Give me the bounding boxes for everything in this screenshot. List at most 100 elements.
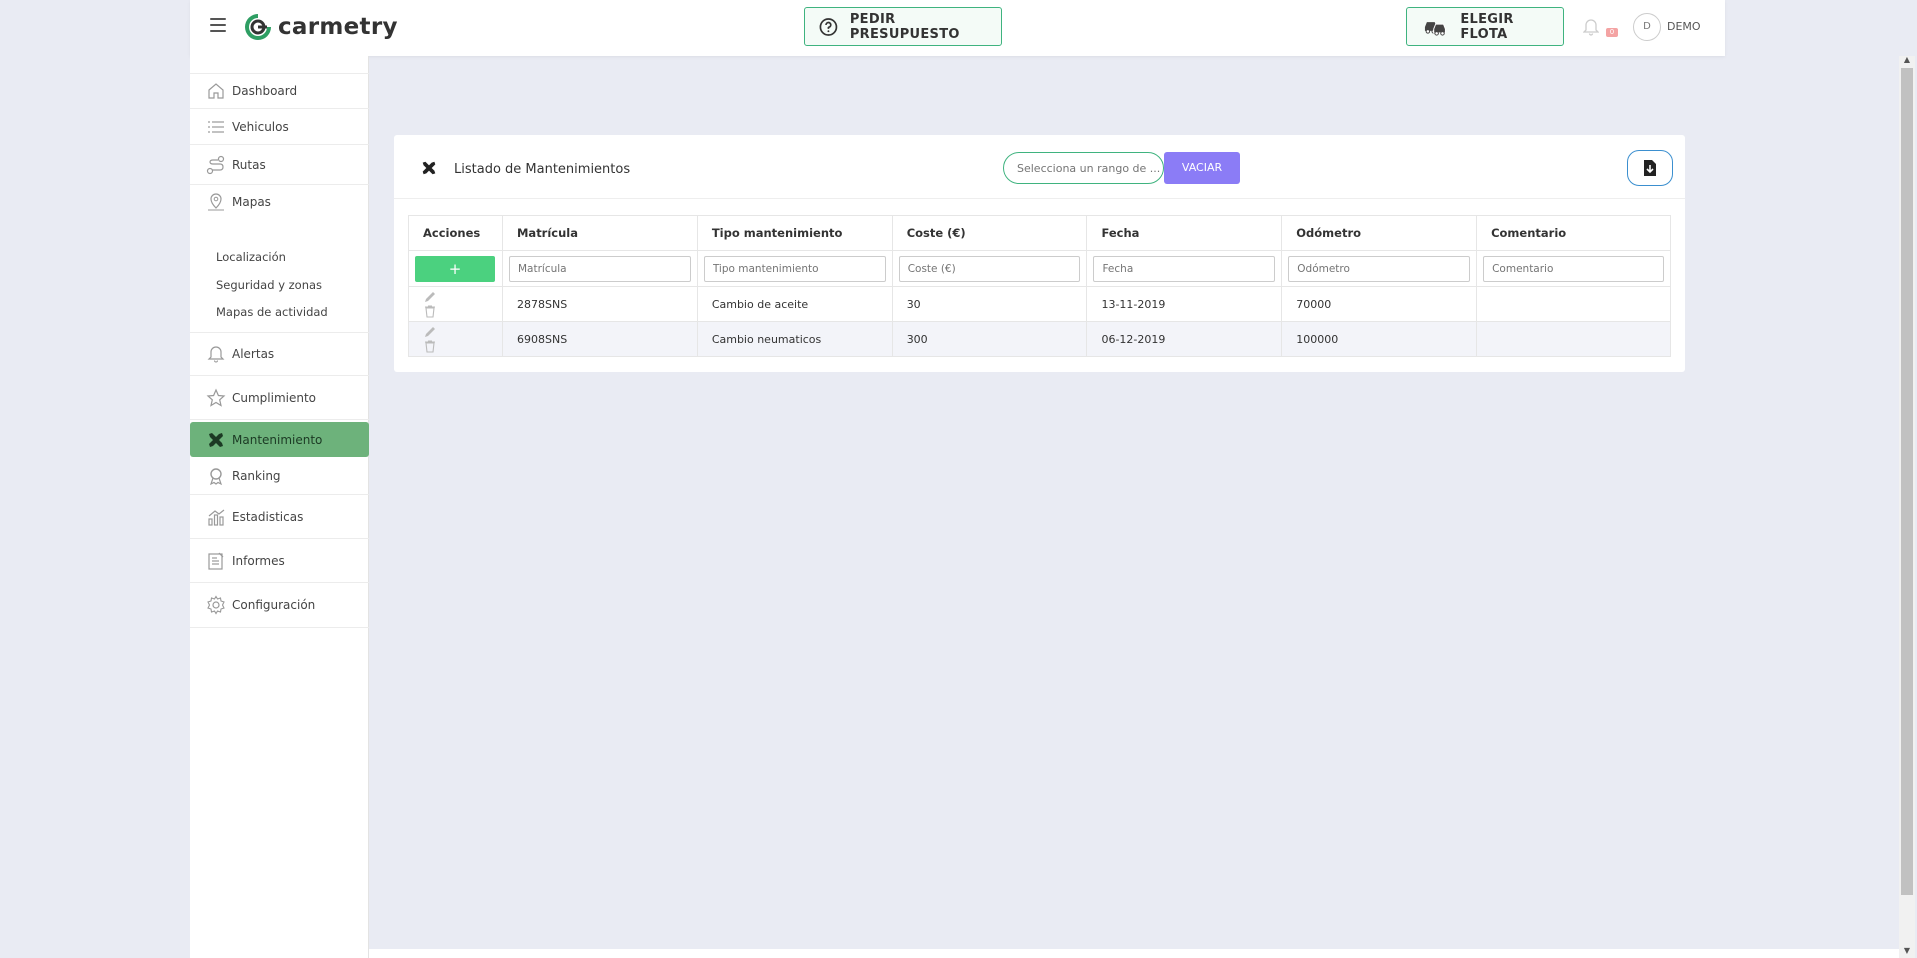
column-header-tipo[interactable]: Tipo mantenimiento [697,215,893,251]
filter-cell [1476,250,1671,287]
cell-matricula: 6908SNS [502,321,698,357]
clear-button[interactable]: VACIAR [1164,152,1240,184]
sidebar-item-label: Informes [232,553,285,568]
maintenance-table: Acciones Matrícula Tipo mantenimiento Co… [408,215,1671,357]
sidebar-item-ranking[interactable]: Ranking [190,457,369,495]
delete-trash-icon[interactable] [423,339,437,353]
sidebar-item-label: Ranking [232,468,281,483]
sidebar-item-label: Mantenimiento [232,432,323,447]
cell-tipo: Cambio neumaticos [697,321,893,357]
sidebar-item-vehiculos[interactable]: Vehiculos [190,109,369,145]
filter-odometro-input[interactable] [1288,255,1471,282]
add-maintenance-button[interactable]: + [415,255,495,282]
scroll-up-arrow-icon[interactable]: ▲ [1901,55,1913,65]
cell-fecha: 06-12-2019 [1086,321,1283,357]
request-quote-label: PEDIR PRESUPUESTO [849,11,960,42]
carmetry-logo-icon [245,14,271,40]
wrench-icon [422,161,436,175]
filter-matricula-input[interactable] [508,255,691,282]
date-range-input[interactable] [1003,152,1164,184]
sidebar-item-label: Estadisticas [232,509,304,524]
card-divider [394,198,1685,199]
brand-logo[interactable]: carmetry [242,10,398,44]
cell-odometro: 100000 [1281,321,1478,357]
filter-cell [1086,250,1283,287]
sidebar-subitem-seguridad[interactable]: Seguridad y zonas [216,278,322,292]
filter-tipo-input[interactable] [703,255,886,282]
column-header-comentario[interactable]: Comentario [1476,215,1671,251]
filter-cell [1281,250,1478,287]
cell-coste: 30 [892,286,1088,322]
sidebar-item-label: Vehiculos [232,119,289,134]
maintenance-card: Listado de Mantenimientos VACIAR Accione… [394,135,1685,372]
column-header-fecha[interactable]: Fecha [1086,215,1283,251]
table-filter-row: + [408,250,1671,287]
sidebar-item-rutas[interactable]: Rutas [190,145,369,185]
menu-toggle-icon[interactable] [210,18,226,32]
sidebar-nav: Dashboard Vehiculos Rutas Mapas Localiza… [190,56,369,958]
cell-matricula: 2878SNS [502,286,698,322]
column-header-acciones[interactable]: Acciones [408,215,503,251]
footer-bar [369,949,1899,958]
filter-coste-input[interactable] [898,255,1081,282]
sidebar-item-alertas[interactable]: Alertas [190,332,369,376]
filter-cell [502,250,698,287]
list-icon [208,120,224,133]
card-title: Listado de Mantenimientos [454,162,631,177]
sidebar-subitem-mapas-actividad[interactable]: Mapas de actividad [216,305,328,319]
user-avatar[interactable]: D [1633,13,1661,41]
gear-icon [207,595,225,615]
sidebar-item-label: Configuración [232,598,316,612]
sidebar-item-informes[interactable]: Informes [190,539,369,583]
cell-comentario [1476,286,1671,322]
scrollbar-thumb[interactable] [1901,68,1913,895]
column-header-odometro[interactable]: Odómetro [1281,215,1478,251]
choose-fleet-button[interactable]: ELEGIR FLOTA [1406,7,1564,46]
table-row[interactable]: 6908SNS Cambio neumaticos 300 06-12-2019… [408,321,1671,357]
bar-chart-icon [208,509,225,526]
filter-comentario-input[interactable] [1483,255,1664,282]
filter-cell [697,250,893,287]
star-icon [206,387,226,407]
sidebar-item-mapas[interactable]: Mapas [190,185,369,219]
cell-odometro: 70000 [1281,286,1478,322]
sidebar-item-label: Rutas [232,157,266,172]
filter-cell [892,250,1088,287]
sidebar-item-estadisticas[interactable]: Estadisticas [190,495,369,539]
table-row[interactable]: 2878SNS Cambio de aceite 30 13-11-2019 7… [408,286,1671,322]
cell-coste: 300 [892,321,1088,357]
sidebar-item-label: Dashboard [232,84,298,98]
edit-pencil-icon[interactable] [423,290,437,304]
edit-pencil-icon[interactable] [423,325,437,339]
user-name[interactable]: DEMO [1667,20,1701,33]
filter-fecha-input[interactable] [1093,255,1276,282]
file-download-icon [1644,160,1656,176]
sidebar-item-dashboard[interactable]: Dashboard [190,73,369,109]
sidebar-item-label: Alertas [232,347,275,361]
sidebar-item-label: Cumplimiento [232,390,317,405]
sidebar-item-label: Mapas [232,195,271,209]
delete-trash-icon[interactable] [423,304,437,318]
wrench-icon [209,432,223,447]
sidebar-subitem-localizacion[interactable]: Localización [216,250,286,264]
column-header-matricula[interactable]: Matrícula [502,215,698,251]
home-icon [208,83,224,99]
notification-count-badge: 0 [1606,28,1618,37]
cell-comentario [1476,321,1671,357]
notifications-bell-icon[interactable] [1583,18,1599,36]
add-cell: + [408,250,503,287]
top-header: carmetry PEDIR PRESUPUESTO ELEGIR FLOTA [190,0,1725,56]
table-header-row: Acciones Matrícula Tipo mantenimiento Co… [408,215,1671,251]
export-button[interactable] [1627,150,1673,186]
cars-icon [1424,21,1446,36]
sidebar-item-configuracion[interactable]: Configuración [190,583,369,628]
request-quote-button[interactable]: PEDIR PRESUPUESTO [804,7,1002,46]
cell-tipo: Cambio de aceite [697,286,893,322]
bell-icon [207,346,225,363]
sidebar-item-cumplimiento[interactable]: Cumplimiento [190,376,369,420]
column-header-coste[interactable]: Coste (€) [892,215,1088,251]
sidebar-item-mantenimiento[interactable]: Mantenimiento [190,422,369,457]
question-circle-icon [819,17,838,36]
choose-fleet-label: ELEGIR FLOTA [1460,11,1514,42]
scroll-down-arrow-icon[interactable]: ▼ [1901,946,1913,956]
